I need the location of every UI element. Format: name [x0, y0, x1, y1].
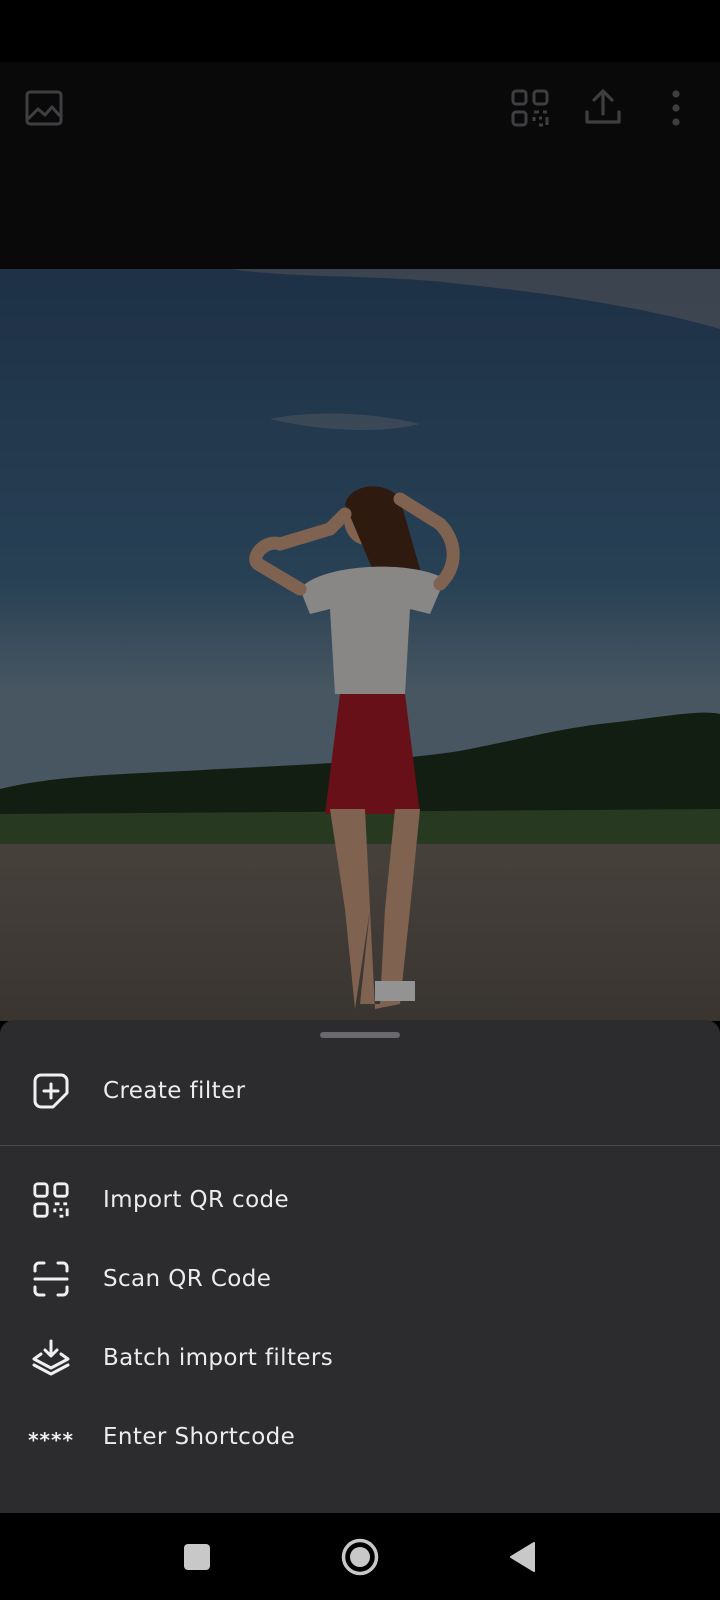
qr-code-icon [29, 1178, 73, 1222]
share-upload-icon[interactable] [575, 80, 631, 136]
status-bar [0, 0, 720, 62]
menu-item-enter-shortcode[interactable]: **** Enter Shortcode [0, 1399, 720, 1475]
scan-qr-icon [29, 1257, 73, 1301]
menu-item-label: Batch import filters [103, 1345, 334, 1371]
qr-code-icon[interactable] [502, 80, 558, 136]
recents-square-icon[interactable] [171, 1531, 223, 1583]
menu-item-label: Import QR code [103, 1187, 290, 1213]
batch-import-icon [29, 1336, 73, 1380]
dim-scrim [0, 269, 720, 1021]
menu-item-import-qr[interactable]: Import QR code [0, 1162, 720, 1238]
photo-preview [0, 269, 720, 1021]
menu-item-create-filter[interactable]: Create filter [0, 1053, 720, 1129]
drag-handle[interactable] [320, 1032, 400, 1038]
menu-item-batch-import[interactable]: Batch import filters [0, 1320, 720, 1396]
stars-icon: **** [28, 1428, 74, 1452]
menu-item-label: Create filter [103, 1078, 246, 1104]
system-nav-bar [0, 1513, 720, 1600]
menu-item-scan-qr[interactable]: Scan QR Code [0, 1241, 720, 1317]
more-vert-icon[interactable] [648, 80, 704, 136]
menu-item-label: Scan QR Code [103, 1266, 272, 1292]
divider [0, 1145, 720, 1146]
image-icon[interactable] [16, 80, 72, 136]
top-app-bar [0, 62, 720, 269]
create-filter-icon [29, 1069, 73, 1113]
back-triangle-icon[interactable] [497, 1531, 549, 1583]
bottom-sheet: Create filter Import QR code Scan QR Cod… [0, 1020, 720, 1513]
menu-item-label: Enter Shortcode [103, 1424, 296, 1450]
home-circle-icon[interactable] [334, 1531, 386, 1583]
